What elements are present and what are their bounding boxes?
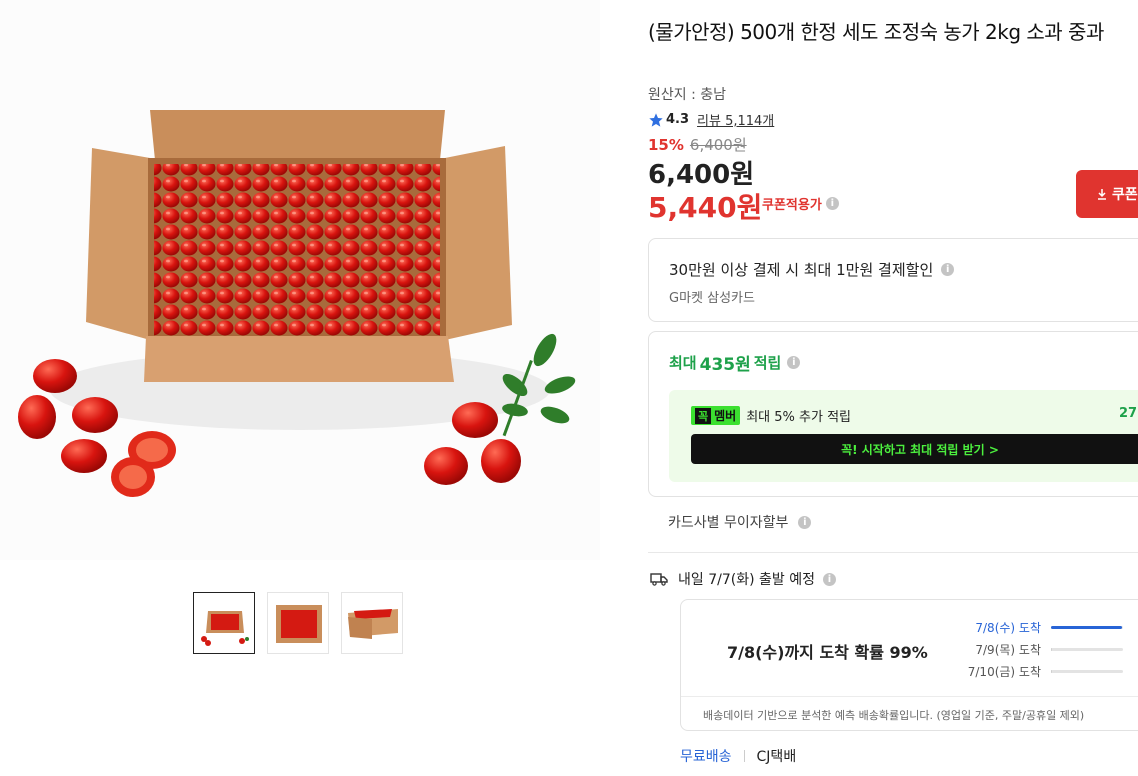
delivery-probability-box: 7/8(수)까지 도착 확률 99% 7/8(수) 도착 7/9(목) 도착 7… bbox=[680, 599, 1138, 731]
member-points-value: 272 bbox=[1119, 406, 1138, 421]
product-main-image bbox=[0, 0, 600, 560]
thumbnail-image bbox=[194, 593, 254, 653]
probability-label: 7/9(목) 도착 bbox=[975, 642, 1041, 657]
member-row: 꼭 멤버 최대 5% 추가 적립 bbox=[691, 406, 851, 425]
coupon-label: 쿠폰적용가 i bbox=[762, 194, 839, 213]
carrier-label: CJ택배 bbox=[756, 749, 797, 765]
thumbnail-image bbox=[268, 593, 328, 653]
installment-row[interactable]: 카드사별 무이자할부 i bbox=[668, 512, 812, 532]
member-badge: 꼭 멤버 bbox=[691, 406, 741, 425]
probability-label: 7/8(수) 도착 bbox=[975, 620, 1041, 635]
delivery-probability-list: 7/8(수) 도착 7/9(목) 도착 7/10(금) 도착 bbox=[951, 616, 1138, 682]
info-icon[interactable]: i bbox=[825, 197, 839, 210]
thumbnail-2[interactable] bbox=[267, 592, 329, 654]
download-icon bbox=[1098, 189, 1106, 200]
discount-row: 15% 6,400원 bbox=[648, 134, 747, 155]
tomato-box-image bbox=[18, 110, 576, 497]
thumbnail-3[interactable] bbox=[341, 592, 403, 654]
probability-item: 7/10(금) 도착 bbox=[951, 660, 1138, 682]
card-discount-text: 30만원 이상 결제 시 최대 1만원 결제할인 bbox=[669, 261, 934, 279]
info-icon[interactable]: i bbox=[941, 263, 955, 276]
points-title: 최대 435원 적립 i bbox=[669, 350, 801, 375]
member-text: 최대 5% 추가 적립 bbox=[746, 410, 851, 425]
probability-bar-fill bbox=[1051, 625, 1123, 629]
coupon-button-label: 쿠폰 bbox=[1112, 187, 1138, 203]
thumbnail-image bbox=[342, 593, 402, 653]
divider bbox=[743, 750, 745, 762]
member-cta-button[interactable]: 꼭! 시작하고 최대 적립 받기 > bbox=[691, 434, 1138, 464]
points-suffix: 적립 bbox=[753, 354, 782, 372]
probability-item: 7/8(수) 도착 bbox=[951, 616, 1138, 638]
rating-row: 4.3 리뷰 5,114개 bbox=[648, 110, 774, 129]
member-badge-k: 꼭 bbox=[695, 407, 712, 424]
delivery-probability-main: 7/8(수)까지 도착 확률 99% bbox=[727, 643, 928, 662]
original-price: 6,400원 bbox=[689, 136, 747, 154]
thumbnail-1[interactable] bbox=[193, 592, 255, 654]
thumbnail-list bbox=[193, 592, 403, 654]
card-discount-sub: G마켓 삼성카드 bbox=[669, 291, 755, 306]
points-box: 최대 435원 적립 i 꼭 멤버 최대 5% 추가 적립 272 꼭! 시작하… bbox=[648, 331, 1138, 497]
product-title: (물가안정) 500개 한정 세도 조정숙 농가 2kg 소과 중과 bbox=[648, 20, 1104, 44]
rating-score: 4.3 bbox=[666, 112, 690, 127]
info-icon[interactable]: i bbox=[798, 515, 812, 529]
coupon-label-text: 쿠폰적용가 bbox=[762, 198, 822, 213]
review-link[interactable]: 리뷰 5,114개 bbox=[697, 110, 774, 129]
truck-icon bbox=[650, 573, 668, 586]
probability-bar bbox=[1051, 669, 1123, 673]
coupon-download-button[interactable]: 쿠폰 bbox=[1076, 170, 1138, 218]
departure-text: 내일 7/7(화) 출발 예정 bbox=[678, 572, 815, 588]
points-amount: 435원 bbox=[699, 355, 751, 375]
probability-label: 7/10(금) 도착 bbox=[967, 664, 1041, 679]
coupon-price: 5,440원 bbox=[648, 191, 763, 224]
delivery-note: 배송데이터 기반으로 분석한 예측 배송확률입니다. (영업일 기준, 주말/공… bbox=[681, 696, 1138, 730]
info-icon[interactable]: i bbox=[822, 572, 836, 586]
info-icon[interactable]: i bbox=[787, 356, 801, 369]
card-discount-title: 30만원 이상 결제 시 최대 1만원 결제할인 i bbox=[669, 259, 955, 280]
product-origin: 원산지 : 충남 bbox=[648, 87, 727, 103]
probability-bar bbox=[1051, 647, 1123, 651]
discount-rate: 15% bbox=[648, 135, 684, 154]
divider bbox=[648, 552, 1138, 553]
star-icon bbox=[649, 112, 663, 127]
departure-row: 내일 7/7(화) 출발 예정 i bbox=[650, 569, 836, 589]
card-discount-box[interactable]: 30만원 이상 결제 시 최대 1만원 결제할인 i G마켓 삼성카드 bbox=[648, 238, 1138, 322]
free-shipping-label: 무료배송 bbox=[680, 749, 732, 765]
shipping-tags: 무료배송 CJ택배 bbox=[680, 746, 796, 766]
member-box: 꼭 멤버 최대 5% 추가 적립 272 꼭! 시작하고 최대 적립 받기 > bbox=[669, 390, 1138, 482]
probability-bar bbox=[1051, 625, 1123, 629]
points-prefix: 최대 bbox=[669, 354, 697, 372]
product-info-panel: (물가안정) 500개 한정 세도 조정숙 농가 2kg 소과 중과 원산지 :… bbox=[648, 0, 1138, 776]
probability-item: 7/9(목) 도착 bbox=[951, 638, 1138, 660]
member-badge-label: 멤버 bbox=[714, 409, 737, 423]
installment-text: 카드사별 무이자할부 bbox=[668, 515, 789, 531]
